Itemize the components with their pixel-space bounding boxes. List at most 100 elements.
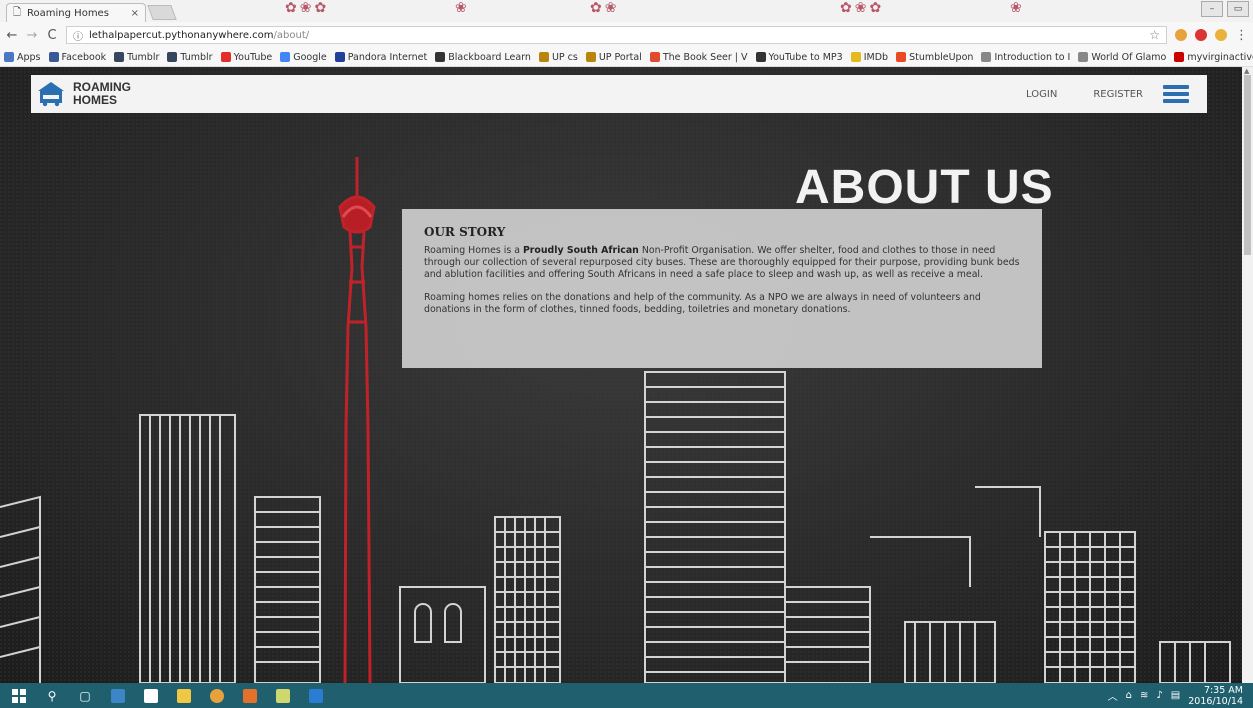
bookmark-favicon-icon: [649, 52, 660, 62]
bookmark-label: Facebook: [61, 51, 107, 63]
hamburger-menu-icon[interactable]: [1163, 85, 1189, 103]
bookmark-label: UP cs: [551, 51, 578, 63]
bookmark-favicon-icon: [1078, 52, 1089, 62]
bookmark-label: World Of Glamo: [1091, 51, 1167, 63]
bookmark-item[interactable]: UP Portal: [585, 52, 642, 63]
bookmark-label: YouTube to MP3: [768, 51, 843, 63]
page-icon: 🗋: [13, 6, 22, 18]
bookmark-favicon-icon: [755, 52, 766, 62]
bookmark-item[interactable]: Blackboard Learn: [435, 52, 531, 63]
window-controls: – ▭: [1201, 1, 1249, 17]
site-header: ROAMING HOMES LOGIN REGISTER: [31, 75, 1207, 113]
bookmark-favicon-icon: [334, 52, 345, 62]
store-icon[interactable]: [142, 687, 160, 705]
bookmark-item[interactable]: Tumblr: [114, 52, 159, 63]
bookmark-label: Google: [293, 51, 327, 63]
file-explorer-icon[interactable]: [175, 687, 193, 705]
decoration-icon: ✿❀✿: [840, 0, 885, 16]
browser-tab[interactable]: 🗋 Roaming Homes ×: [6, 3, 146, 22]
clock-date: 2016/10/14: [1188, 695, 1243, 707]
bookmark-item[interactable]: Introduction to I: [981, 52, 1070, 63]
bookmark-favicon-icon: [220, 52, 231, 62]
bookmark-favicon-icon: [538, 52, 549, 62]
bookmark-item[interactable]: UP cs: [538, 51, 578, 63]
new-tab-button[interactable]: [147, 5, 177, 20]
info-icon[interactable]: ⓘ: [73, 28, 83, 43]
decoration-icon: ❀: [455, 0, 470, 16]
bookmark-item[interactable]: Google: [280, 52, 327, 63]
minimize-icon[interactable]: –: [1201, 1, 1223, 17]
menu-kebab-icon[interactable]: ⋮: [1235, 28, 1248, 43]
task-view-icon[interactable]: ▢: [76, 687, 94, 705]
decoration-icon: ✿❀: [590, 0, 620, 16]
bookmark-label: IMDb: [863, 51, 889, 63]
bookmark-item[interactable]: IMDb: [850, 51, 889, 63]
our-story-panel: OUR STORY Roaming Homes is a Proudly Sou…: [402, 209, 1042, 368]
bookmark-item[interactable]: Apps: [4, 52, 41, 63]
bookmark-star-icon[interactable]: ☆: [1149, 28, 1160, 42]
bookmark-favicon-icon: [435, 52, 446, 62]
bookmark-item[interactable]: StumbleUpon: [896, 52, 973, 63]
reload-icon[interactable]: C: [46, 28, 58, 43]
bookmark-label: YouTube: [233, 51, 273, 63]
page-title: ABOUT US: [795, 161, 1054, 214]
bookmark-item[interactable]: The Book Seer | V: [649, 51, 748, 63]
tab-close-icon[interactable]: ×: [131, 8, 139, 19]
story-paragraph-2: Roaming homes relies on the donations an…: [424, 292, 981, 315]
bookmark-favicon-icon: [585, 52, 596, 62]
bookmark-favicon-icon: [896, 52, 907, 62]
extension-icon[interactable]: [1175, 29, 1187, 41]
bookmark-item[interactable]: World Of Glamo: [1078, 52, 1166, 63]
browser-tab-bar: 🗋 Roaming Homes × ✿❀✿ ❀ ✿❀ ✿❀✿ ❀ – ▭: [0, 0, 1253, 22]
back-icon[interactable]: ←: [6, 28, 18, 43]
search-icon[interactable]: ⚲: [43, 687, 61, 705]
bookmark-item[interactable]: Pandora Internet: [334, 51, 428, 63]
site-logo[interactable]: ROAMING HOMES: [37, 81, 131, 107]
clock-time: 7:35 AM: [1203, 684, 1243, 696]
bookmark-favicon-icon: [280, 52, 291, 62]
bookmark-item[interactable]: Facebook: [48, 51, 107, 63]
url-path: /about/: [273, 29, 310, 41]
sublime-icon[interactable]: [241, 687, 259, 705]
login-link[interactable]: LOGIN: [1026, 89, 1057, 100]
page-scrollbar[interactable]: ▲: [1242, 67, 1253, 683]
bookmark-label: Blackboard Learn: [448, 51, 531, 63]
bookmark-item[interactable]: YouTube: [220, 51, 273, 63]
bookmarks-bar: Apps Facebook Tumblr Tumblr YouTube Google Pan…: [0, 48, 1253, 67]
outlook-icon[interactable]: [307, 687, 325, 705]
scrollbar-thumb[interactable]: [1244, 75, 1251, 255]
notification-icon[interactable]: ▤: [1171, 690, 1180, 701]
story-paragraph-1: Roaming Homes is a Proudly South African…: [424, 245, 1020, 280]
chrome-icon[interactable]: [208, 687, 226, 705]
bookmark-label: The Book Seer | V: [662, 51, 748, 63]
wifi-icon[interactable]: ≋: [1140, 690, 1148, 701]
volume-icon[interactable]: ♪: [1156, 690, 1162, 701]
restore-icon[interactable]: ▭: [1227, 1, 1249, 17]
forward-icon[interactable]: →: [26, 28, 38, 43]
page-content: ROAMING HOMES LOGIN REGISTER ABOUT US OU…: [0, 67, 1242, 683]
bookmark-item[interactable]: YouTube to MP3: [755, 51, 843, 63]
system-clock[interactable]: 7:35 AM 2016/10/14: [1188, 685, 1243, 707]
register-link[interactable]: REGISTER: [1093, 89, 1143, 100]
adblock-icon[interactable]: [1195, 29, 1207, 41]
extension-icon[interactable]: [1215, 29, 1227, 41]
folder-icon[interactable]: [274, 687, 292, 705]
bookmark-item[interactable]: Tumblr: [167, 51, 213, 63]
bus-home-icon: [38, 82, 64, 107]
tray-chevron-icon[interactable]: ︿: [1108, 688, 1118, 703]
url-host: lethalpapercut.pythonanywhere.com: [89, 29, 274, 41]
edge-browser-icon[interactable]: [109, 687, 127, 705]
start-icon[interactable]: [10, 687, 28, 705]
bookmark-favicon-icon: [1174, 52, 1185, 62]
bookmark-label: Pandora Internet: [347, 51, 428, 63]
bookmark-favicon-icon: [167, 52, 178, 62]
decoration-icon: ❀: [1010, 0, 1025, 16]
bookmark-label: Tumblr: [127, 51, 160, 63]
bookmark-item[interactable]: myvirginactive: [1174, 52, 1253, 63]
address-bar[interactable]: ⓘ lethalpapercut.pythonanywhere.com/abou…: [66, 26, 1167, 44]
bookmark-label: Tumblr: [180, 51, 213, 63]
bookmark-label: myvirginactive: [1187, 51, 1253, 63]
bookmark-label: Apps: [17, 51, 41, 63]
network-icon[interactable]: ⌂: [1126, 690, 1132, 701]
scroll-up-icon[interactable]: ▲: [1244, 67, 1249, 75]
